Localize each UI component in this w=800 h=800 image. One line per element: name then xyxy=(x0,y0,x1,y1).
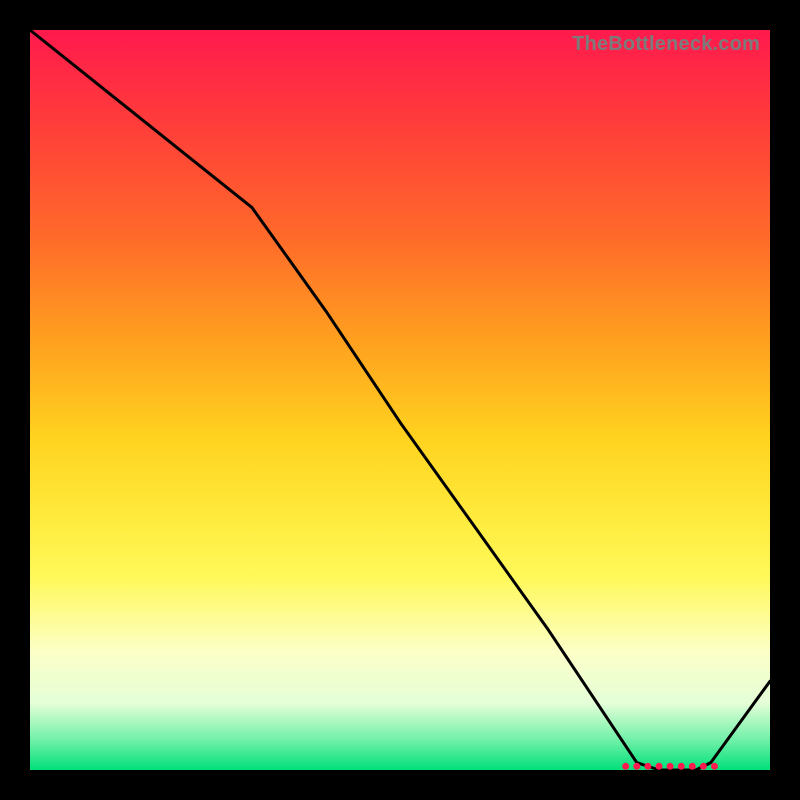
marker-point xyxy=(622,763,629,770)
chart-svg xyxy=(30,30,770,770)
plot-area: TheBottleneck.com xyxy=(30,30,770,770)
chart-markers xyxy=(622,763,718,770)
marker-point xyxy=(644,763,651,770)
marker-point xyxy=(633,763,640,770)
marker-point xyxy=(711,763,718,770)
marker-point xyxy=(678,763,685,770)
marker-point xyxy=(689,763,696,770)
marker-point xyxy=(667,763,674,770)
chart-line xyxy=(30,30,770,770)
chart-container: TheBottleneck.com xyxy=(0,0,800,800)
marker-point xyxy=(656,763,663,770)
marker-point xyxy=(700,763,707,770)
